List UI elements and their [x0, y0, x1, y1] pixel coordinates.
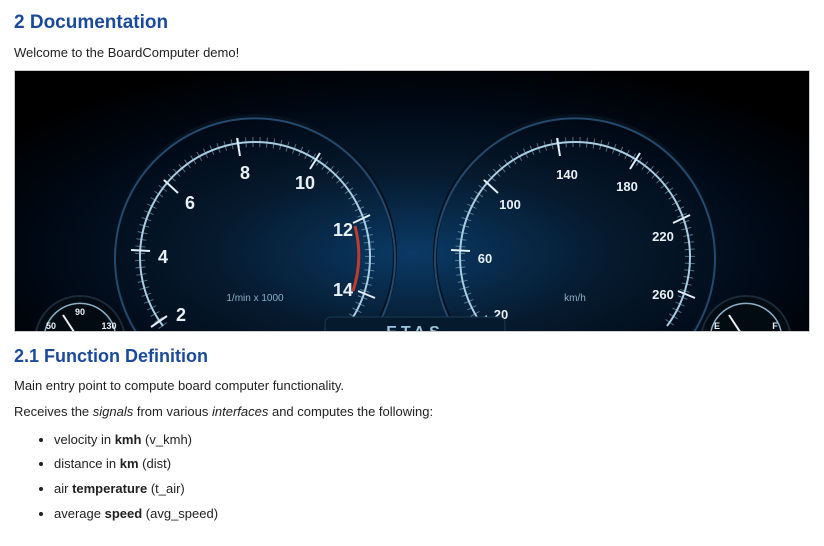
fuel-label-f: F [772, 321, 778, 331]
tach-num-2: 2 [176, 305, 186, 325]
list-item: air temperature (t_air) [54, 479, 810, 500]
temp-num-50: 50 [46, 321, 56, 331]
dashboard-image: 2 4 6 8 10 12 14 1/min x 1000 20 60 100 … [14, 70, 810, 332]
tach-num-14: 14 [333, 280, 353, 300]
funcdef-p1: Main entry point to compute board comput… [14, 377, 810, 395]
tach-num-6: 6 [185, 193, 195, 213]
speedometer-gauge: 20 60 100 140 180 220 260 km/h [435, 116, 715, 332]
temp-num-90: 90 [75, 307, 85, 317]
funcdef-list: velocity in kmh (v_kmh) distance in km (… [54, 430, 810, 525]
tach-num-8: 8 [240, 163, 250, 183]
temperature-gauge: 50 90 130 °C [35, 296, 125, 332]
tach-num-4: 4 [158, 247, 168, 267]
speedo-num-60: 60 [478, 251, 492, 266]
intro-text: Welcome to the BoardComputer demo! [14, 44, 810, 62]
speedo-num-260: 260 [652, 287, 674, 302]
subsection-heading: 2.1 Function Definition [14, 346, 810, 367]
list-item: distance in km (dist) [54, 454, 810, 475]
list-item: average speed (avg_speed) [54, 504, 810, 525]
tach-num-12: 12 [333, 220, 353, 240]
fuel-gauge: E F kWh [701, 296, 791, 332]
speedo-num-140: 140 [556, 167, 578, 182]
fuel-label-e: E [714, 321, 720, 331]
funcdef-p2: Receives the signals from various interf… [14, 403, 810, 421]
speedo-num-100: 100 [499, 197, 521, 212]
speedo-unit-label: km/h [564, 293, 586, 304]
list-item: velocity in kmh (v_kmh) [54, 430, 810, 451]
tach-unit-label: 1/min x 1000 [226, 293, 284, 304]
section-heading: 2 Documentation [14, 12, 810, 34]
tach-num-10: 10 [295, 173, 315, 193]
tachometer-gauge: 2 4 6 8 10 12 14 1/min x 1000 [115, 116, 395, 332]
speedo-num-220: 220 [652, 229, 674, 244]
speedo-num-180: 180 [616, 179, 638, 194]
temp-num-130: 130 [101, 321, 116, 331]
brand-plate: ETAS [325, 317, 505, 332]
brand-label: ETAS [386, 324, 443, 332]
